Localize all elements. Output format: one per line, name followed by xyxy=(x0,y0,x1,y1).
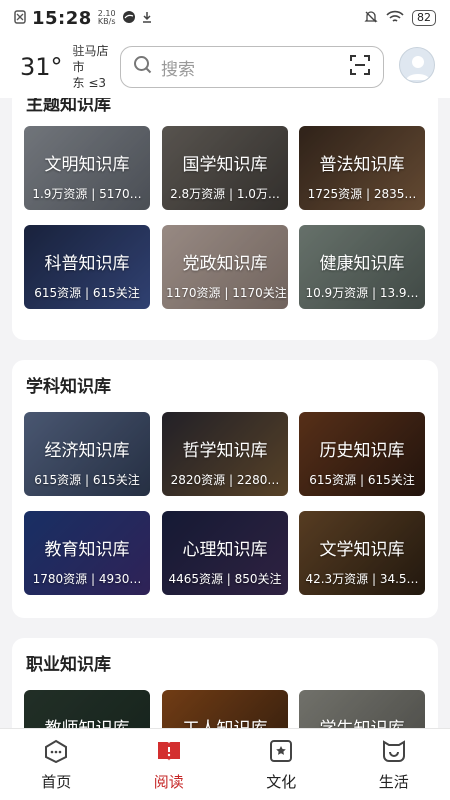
knowledge-base-tile[interactable]: 国学知识库 2.8万资源 | 1.0万… xyxy=(162,126,288,210)
tile-stats: 615资源 | 615关注 xyxy=(34,473,140,487)
tile-name: 党政知识库 xyxy=(182,254,268,274)
home-icon xyxy=(43,739,69,767)
tab-culture[interactable]: 文化 xyxy=(225,729,338,800)
tab-read[interactable]: 阅读 xyxy=(113,729,226,800)
tile-name: 教师知识库 xyxy=(24,714,150,728)
knowledge-base-tile[interactable]: 教育知识库 1780资源 | 4930… xyxy=(24,511,150,595)
tile-stats: 615资源 | 615关注 xyxy=(309,473,415,487)
knowledge-base-tile[interactable]: 经济知识库 615资源 | 615关注 xyxy=(24,412,150,496)
tile-stats: 4465资源 | 850关注 xyxy=(168,572,282,586)
tab-culture-label: 文化 xyxy=(266,773,297,791)
tile-name: 教育知识库 xyxy=(44,540,130,560)
mute-bell-icon xyxy=(364,10,378,27)
tab-life[interactable]: 生活 xyxy=(338,729,450,800)
tile-name: 普法知识库 xyxy=(319,155,405,175)
section-title: 职业知识库 xyxy=(26,655,111,675)
tile-name: 文学知识库 xyxy=(319,540,405,560)
tile-stats: 10.9万资源 | 13.9… xyxy=(305,286,419,300)
knowledge-base-tile[interactable]: 党政知识库 1170资源 | 1170关注 xyxy=(162,225,288,309)
network-speed-unit: KB/s xyxy=(97,17,116,26)
life-icon xyxy=(381,739,407,767)
knowledge-base-tile[interactable]: 普法知识库 1725资源 | 2835… xyxy=(299,126,425,210)
book-icon xyxy=(156,739,182,767)
tile-stats: 2820资源 | 2280… xyxy=(170,473,280,487)
status-bar: 15:28 2.10 KB/s 82 xyxy=(0,0,450,36)
tile-stats: 1170资源 | 1170关注 xyxy=(166,286,287,300)
download-icon xyxy=(142,11,152,26)
knowledge-base-tile[interactable]: 文明知识库 1.9万资源 | 5170… xyxy=(24,126,150,210)
battery-indicator: 82 xyxy=(412,10,436,26)
tile-name: 文明知识库 xyxy=(44,155,130,175)
section-card: 主题知识库文明知识库 1.9万资源 | 5170… 国学知识库 2.8万资源 | 1.… xyxy=(12,98,438,340)
tile-name: 学生知识库 xyxy=(299,714,425,728)
knowledge-base-tile[interactable]: 文学知识库 42.3万资源 | 34.5… xyxy=(299,511,425,595)
top-bar: 31° 驻马店市 东 ≤3 搜索 xyxy=(0,36,450,98)
tab-read-label: 阅读 xyxy=(153,773,184,791)
search-placeholder: 搜索 xyxy=(161,59,195,80)
network-speed: 2.10 KB/s xyxy=(98,10,116,26)
temperature: 31° xyxy=(20,53,63,81)
knowledge-base-tile[interactable]: 教师知识库 xyxy=(24,690,150,728)
tile-name: 经济知识库 xyxy=(44,441,130,461)
tile-stats: 2.8万资源 | 1.0万… xyxy=(170,187,280,201)
tile-stats: 1780资源 | 4930… xyxy=(32,572,142,586)
knowledge-base-tile[interactable]: 健康知识库 10.9万资源 | 13.9… xyxy=(299,225,425,309)
location-wind: 东 ≤3 xyxy=(72,76,107,90)
app-notification-icon xyxy=(122,10,136,27)
tab-life-label: 生活 xyxy=(378,773,409,791)
tile-name: 健康知识库 xyxy=(319,254,405,274)
weather-widget[interactable]: 31° 驻马店市 东 ≤3 xyxy=(20,43,120,91)
tile-name: 历史知识库 xyxy=(319,441,405,461)
knowledge-base-tile[interactable]: 哲学知识库 2820资源 | 2280… xyxy=(162,412,288,496)
search-input[interactable]: 搜索 xyxy=(120,46,384,88)
tile-name: 工人知识库 xyxy=(162,714,288,728)
tab-home-label: 首页 xyxy=(41,773,72,791)
tile-stats: 42.3万资源 | 34.5… xyxy=(305,572,419,586)
knowledge-base-tile[interactable]: 科普知识库 615资源 | 615关注 xyxy=(24,225,150,309)
notification-icon xyxy=(14,9,26,27)
bottom-tab-bar: 首页 阅读 文化 生活 xyxy=(0,728,450,800)
knowledge-base-tile[interactable]: 工人知识库 xyxy=(162,690,288,728)
tab-home[interactable]: 首页 xyxy=(0,729,113,800)
search-icon xyxy=(133,55,153,79)
content-area[interactable]: 主题知识库文明知识库 1.9万资源 | 5170… 国学知识库 2.8万资源 | 1.… xyxy=(0,98,450,728)
section-card: 学科知识库经济知识库 615资源 | 615关注 哲学知识库 2820资源 | 228… xyxy=(12,360,438,618)
section-title: 主题知识库 xyxy=(26,98,111,115)
location-city: 驻马店市 xyxy=(72,44,109,74)
culture-icon xyxy=(268,739,294,767)
tile-name: 科普知识库 xyxy=(44,254,130,274)
tile-name: 哲学知识库 xyxy=(182,441,268,461)
knowledge-base-tile[interactable]: 学生知识库 xyxy=(299,690,425,728)
tile-stats: 615资源 | 615关注 xyxy=(34,286,140,300)
tile-stats: 1.9万资源 | 5170… xyxy=(32,187,142,201)
wifi-icon xyxy=(386,10,404,27)
section-title: 学科知识库 xyxy=(26,377,111,397)
knowledge-base-tile[interactable]: 历史知识库 615资源 | 615关注 xyxy=(299,412,425,496)
scan-icon[interactable] xyxy=(349,54,371,80)
tile-name: 心理知识库 xyxy=(182,540,268,560)
knowledge-base-tile[interactable]: 心理知识库 4465资源 | 850关注 xyxy=(162,511,288,595)
section-card: 职业知识库教师知识库工人知识库学生知识库 xyxy=(12,638,438,728)
location: 驻马店市 东 ≤3 xyxy=(73,43,120,91)
status-time: 15:28 xyxy=(32,7,92,29)
tile-stats: 1725资源 | 2835… xyxy=(307,187,417,201)
tile-name: 国学知识库 xyxy=(182,155,268,175)
avatar[interactable] xyxy=(399,47,435,83)
